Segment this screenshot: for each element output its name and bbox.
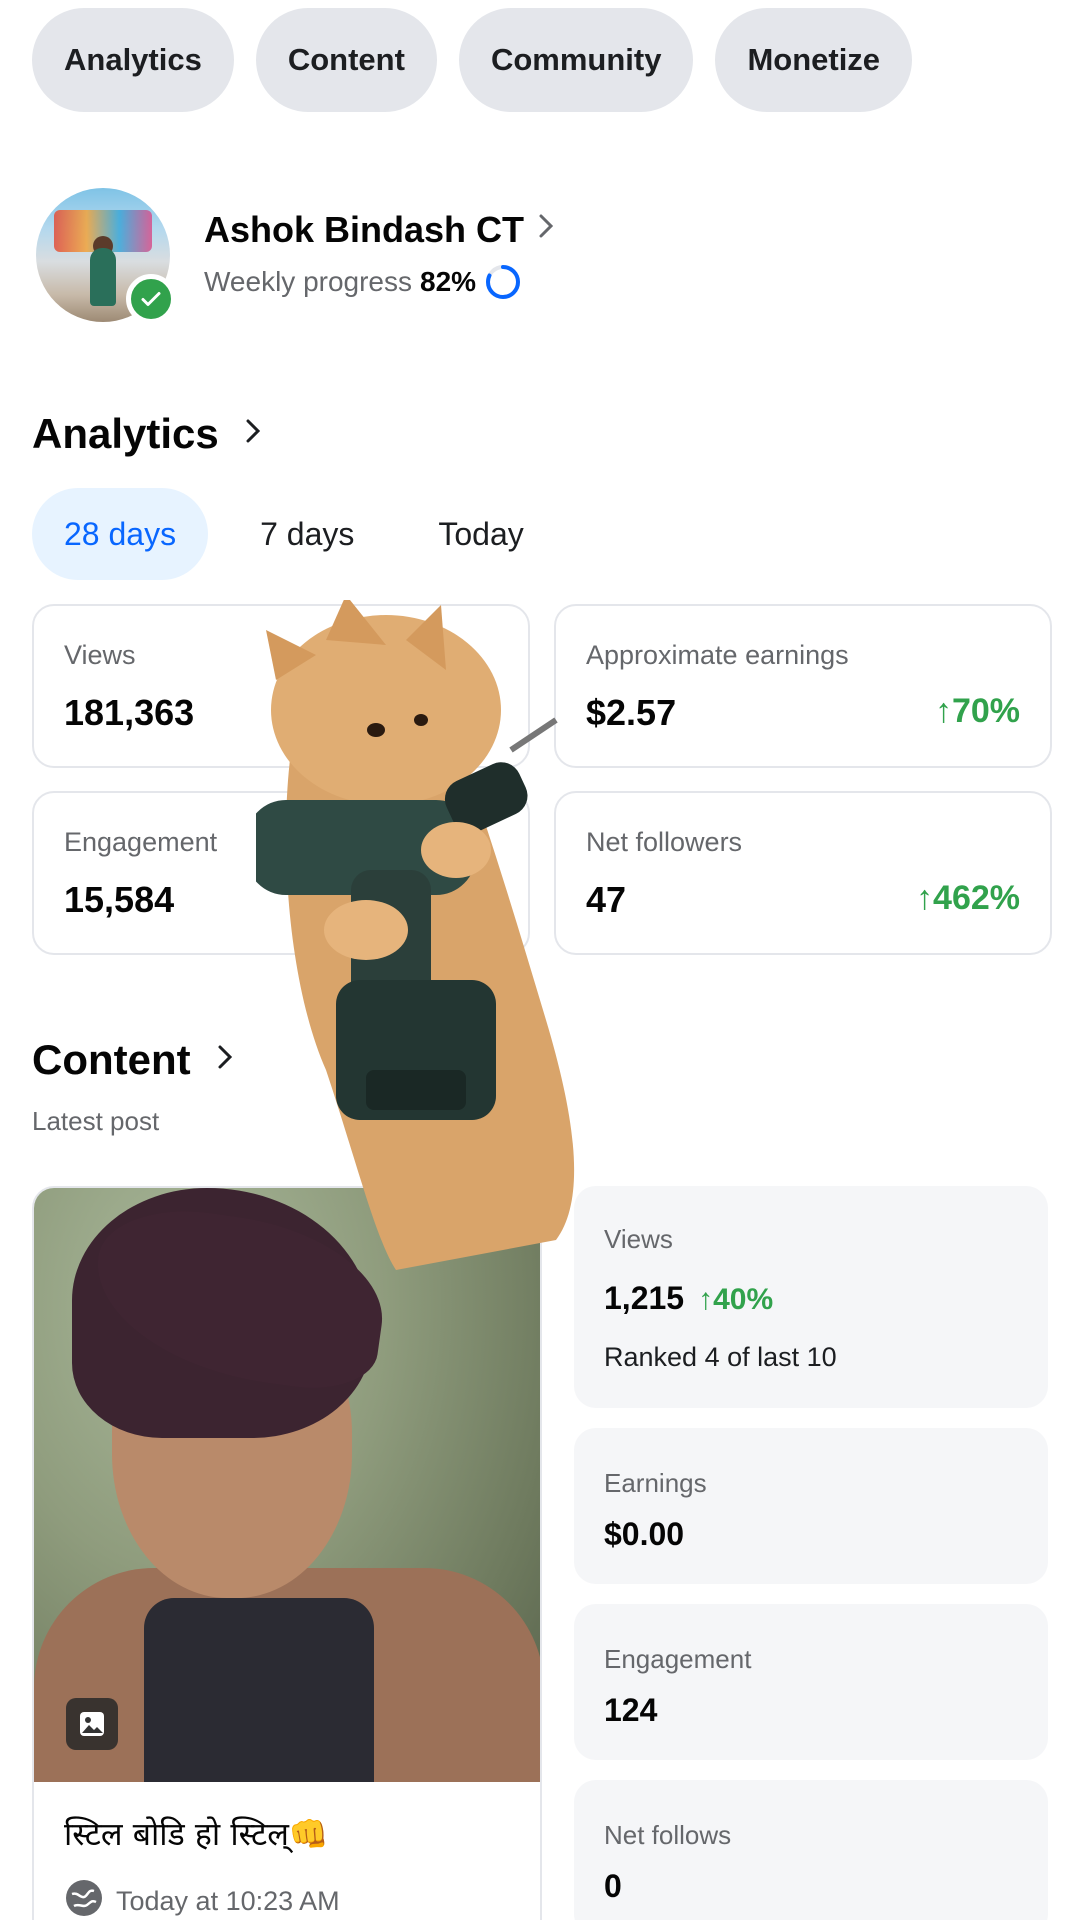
views-value: 1,215 [604, 1280, 685, 1316]
stat-value: 15,584 [64, 879, 175, 920]
post-follows-panel[interactable]: Net follows 0 [574, 1780, 1048, 1920]
analytics-title: Analytics [32, 410, 219, 457]
chevron-right-icon [245, 415, 261, 454]
post-views-panel[interactable]: Views 1,215 ↑40% Ranked 4 of last 10 [574, 1186, 1048, 1408]
panel-value: $0.00 [604, 1516, 685, 1552]
stat-label: Approximate earnings [586, 640, 849, 670]
verified-check-icon [126, 274, 176, 324]
top-nav-chips: Analytics Content Community Monetize [32, 8, 913, 112]
stat-value: $2.57 [586, 692, 677, 733]
stat-card-engagement[interactable]: Engagement 15,584 [32, 791, 530, 955]
stat-label: Net followers [586, 827, 743, 857]
chip-content[interactable]: Content [255, 8, 437, 112]
views-change-value: 40% [713, 1283, 774, 1316]
stat-change-value: 462% [933, 879, 1020, 917]
panel-label: Net follows [604, 1820, 732, 1850]
panel-label: Earnings [604, 1468, 707, 1498]
panel-value: 124 [604, 1692, 658, 1728]
chevron-right-icon [217, 1041, 233, 1080]
stat-change: % [467, 692, 498, 730]
post-time: Today at 10:23 AM [116, 1886, 340, 1916]
stat-label: Engagement [64, 827, 218, 857]
chip-monetize[interactable]: Monetize [715, 8, 913, 112]
analytics-heading[interactable]: Analytics [32, 410, 261, 458]
views-change: ↑40% [698, 1283, 773, 1316]
chip-community[interactable]: Community [458, 8, 694, 112]
chip-analytics[interactable]: Analytics [32, 8, 234, 112]
progress-ring-icon [486, 265, 521, 299]
stat-label: Views [64, 640, 136, 670]
post-engagement-panel[interactable]: Engagement 124 [574, 1604, 1048, 1760]
up-arrow-icon: ↑ [698, 1283, 714, 1316]
globe-icon [64, 1878, 104, 1920]
chevron-right-icon [538, 213, 554, 247]
image-type-icon [66, 1698, 118, 1750]
latest-post-card[interactable]: स्टिल बोडि हो स्टिल्👊 Today at 10:23 AM [32, 1186, 542, 1920]
stat-change: ↑70% [935, 692, 1020, 731]
latest-post-label: Latest post [32, 1106, 160, 1136]
profile-name[interactable]: Ashok Bindash CT [204, 209, 524, 251]
panel-label: Engagement [604, 1644, 752, 1674]
content-title: Content [32, 1036, 191, 1083]
stat-card-earnings[interactable]: Approximate earnings $2.57 ↑70% [554, 604, 1052, 768]
stat-value: 47 [586, 879, 627, 920]
panel-label: Views [604, 1224, 673, 1254]
post-caption: स्टिल बोडि हो स्टिल्👊 [64, 1815, 329, 1853]
weekly-progress: Weekly progress 82% [204, 263, 554, 301]
progress-value: 82% [420, 266, 477, 297]
tab-28-days[interactable]: 28 days [32, 488, 209, 580]
stat-card-net-followers[interactable]: Net followers 47 ↑462% [554, 791, 1052, 955]
post-meta: Today at 10:23 AM [64, 1878, 340, 1920]
avatar[interactable] [36, 188, 176, 324]
page: Analytics Content Community Monetize Ash… [0, 0, 1080, 1920]
rank-text: Ranked 4 of last 10 [604, 1342, 837, 1372]
up-arrow-icon: ↑ [934, 692, 952, 730]
post-earnings-panel[interactable]: Earnings $0.00 [574, 1428, 1048, 1584]
progress-label: Weekly progress [204, 266, 413, 297]
up-arrow-icon: ↑ [916, 879, 934, 917]
stat-value: 181,363 [64, 692, 195, 733]
tab-today[interactable]: Today [406, 488, 555, 580]
stat-change-value: 70% [951, 692, 1020, 730]
content-heading[interactable]: Content [32, 1036, 233, 1084]
tab-7-days[interactable]: 7 days [228, 488, 386, 580]
range-tabs: 28 days 7 days Today [32, 488, 576, 580]
stat-card-views[interactable]: Views 181,363 % [32, 604, 530, 768]
post-thumbnail [34, 1188, 540, 1782]
panel-value: 1,215 ↑40% [604, 1280, 773, 1317]
profile-header[interactable]: Ashok Bindash CT Weekly progress 82% [36, 188, 554, 324]
stat-change: ↑462% [916, 879, 1020, 918]
panel-value: 0 [604, 1868, 622, 1904]
